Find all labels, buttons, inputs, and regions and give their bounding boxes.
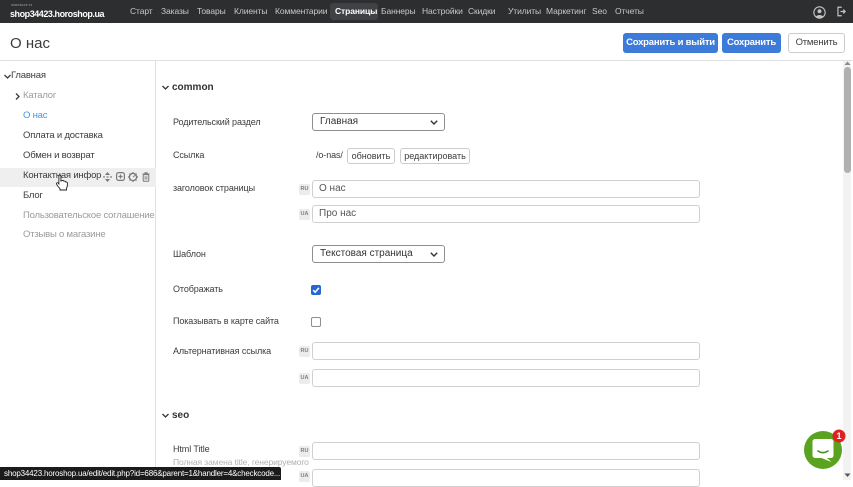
svg-text:1: 1 bbox=[836, 431, 841, 441]
